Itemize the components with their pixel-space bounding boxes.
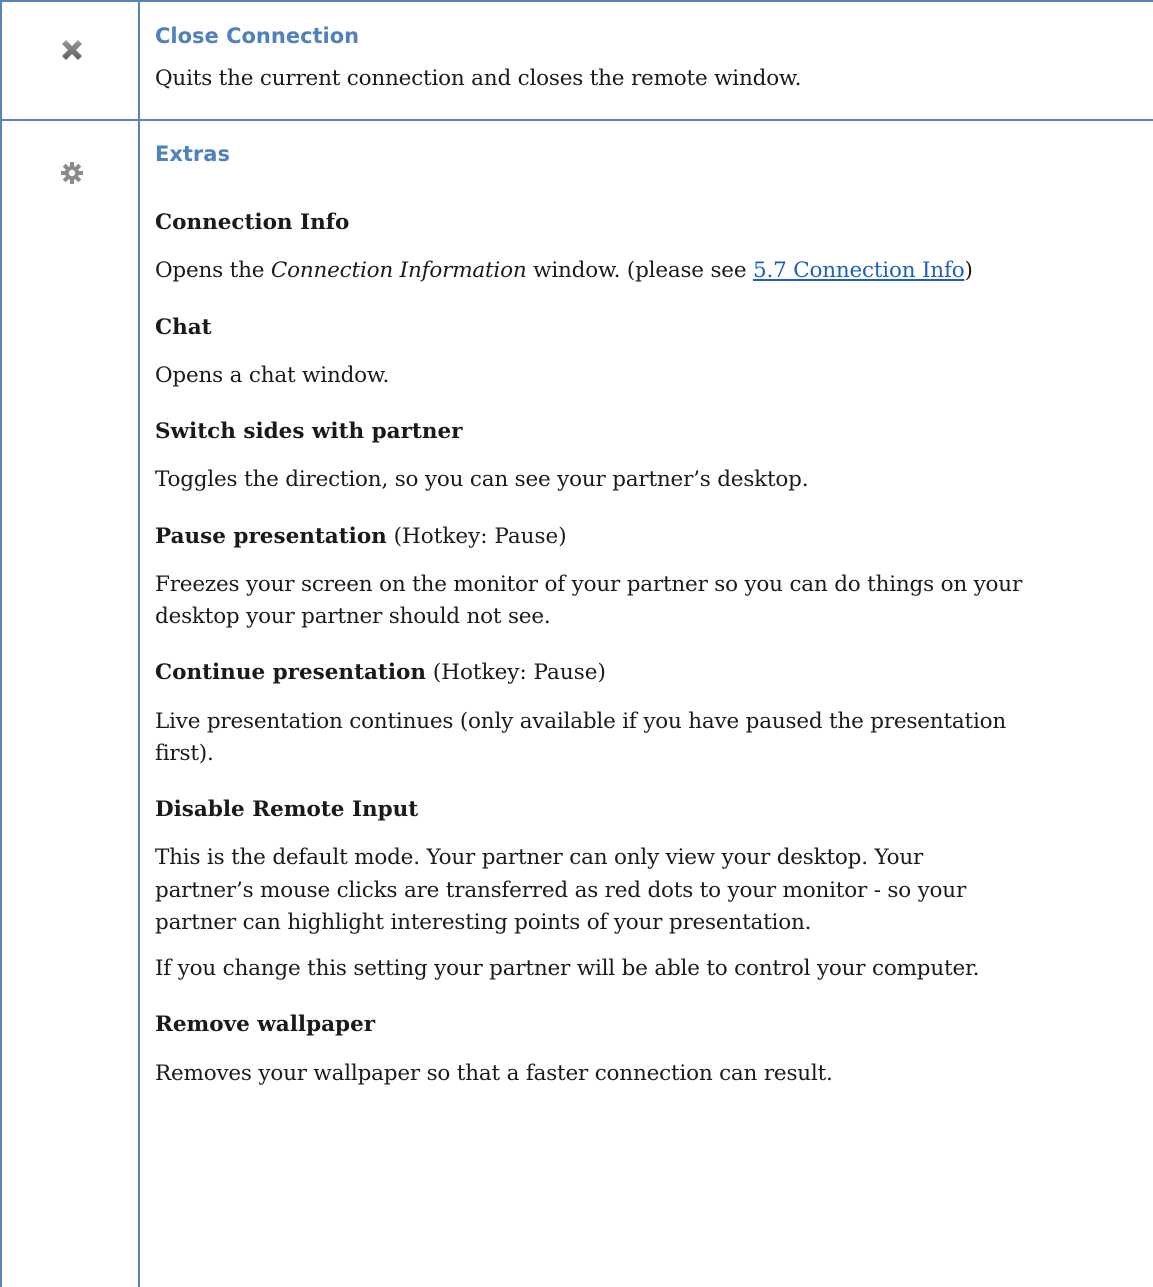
menu-item-remove-wallpaper: Remove wallpaper xyxy=(155,1012,376,1038)
row-extras: Extras Connection Info Opens the Connect… xyxy=(0,121,1153,1287)
menu-item-disable-remote-input: Disable Remote Input xyxy=(155,797,419,823)
menu-item-continue-presentation: Continue presentation (Hotkey: Pause) xyxy=(155,660,606,686)
menu-item-chat: Chat xyxy=(155,314,212,340)
row-close-connection: Close Connection Quits the current conne… xyxy=(0,0,1153,121)
close-icon[interactable] xyxy=(52,30,92,70)
column-divider xyxy=(138,2,140,119)
section-heading-extras: Extras xyxy=(155,142,230,166)
disable-input-description: This is the default mode. Your partner c… xyxy=(155,845,967,935)
menu-item-connection-info: Connection Info xyxy=(155,210,350,236)
connection-info-description: Opens the Connection Information window.… xyxy=(155,258,973,284)
section-heading-close: Close Connection xyxy=(155,24,360,48)
menu-item-pause-presentation: Pause presentation (Hotkey: Pause) xyxy=(155,523,567,549)
pause-description: Freezes your screen on the monitor of yo… xyxy=(155,571,1023,630)
continue-description: Live presentation continues (only availa… xyxy=(155,708,1007,766)
continue-hotkey: (Hotkey: Pause) xyxy=(426,660,606,686)
remove-wallpaper-description: Removes your wallpaper so that a faster … xyxy=(155,1060,833,1086)
connection-info-link[interactable]: 5.7 Connection Info xyxy=(753,258,965,283)
chat-description: Opens a chat window. xyxy=(155,362,390,388)
toolbar-reference-table: Close Connection Quits the current conne… xyxy=(0,0,1153,1287)
close-description: Quits the current connection and closes … xyxy=(155,66,802,92)
menu-item-switch-sides: Switch sides with partner xyxy=(155,419,463,445)
switch-sides-description: Toggles the direction, so you can see yo… xyxy=(155,467,809,493)
column-divider xyxy=(138,121,140,1287)
gear-icon[interactable] xyxy=(52,153,92,193)
disable-input-note: If you change this setting your partner … xyxy=(155,956,980,982)
pause-hotkey: (Hotkey: Pause) xyxy=(386,523,567,549)
